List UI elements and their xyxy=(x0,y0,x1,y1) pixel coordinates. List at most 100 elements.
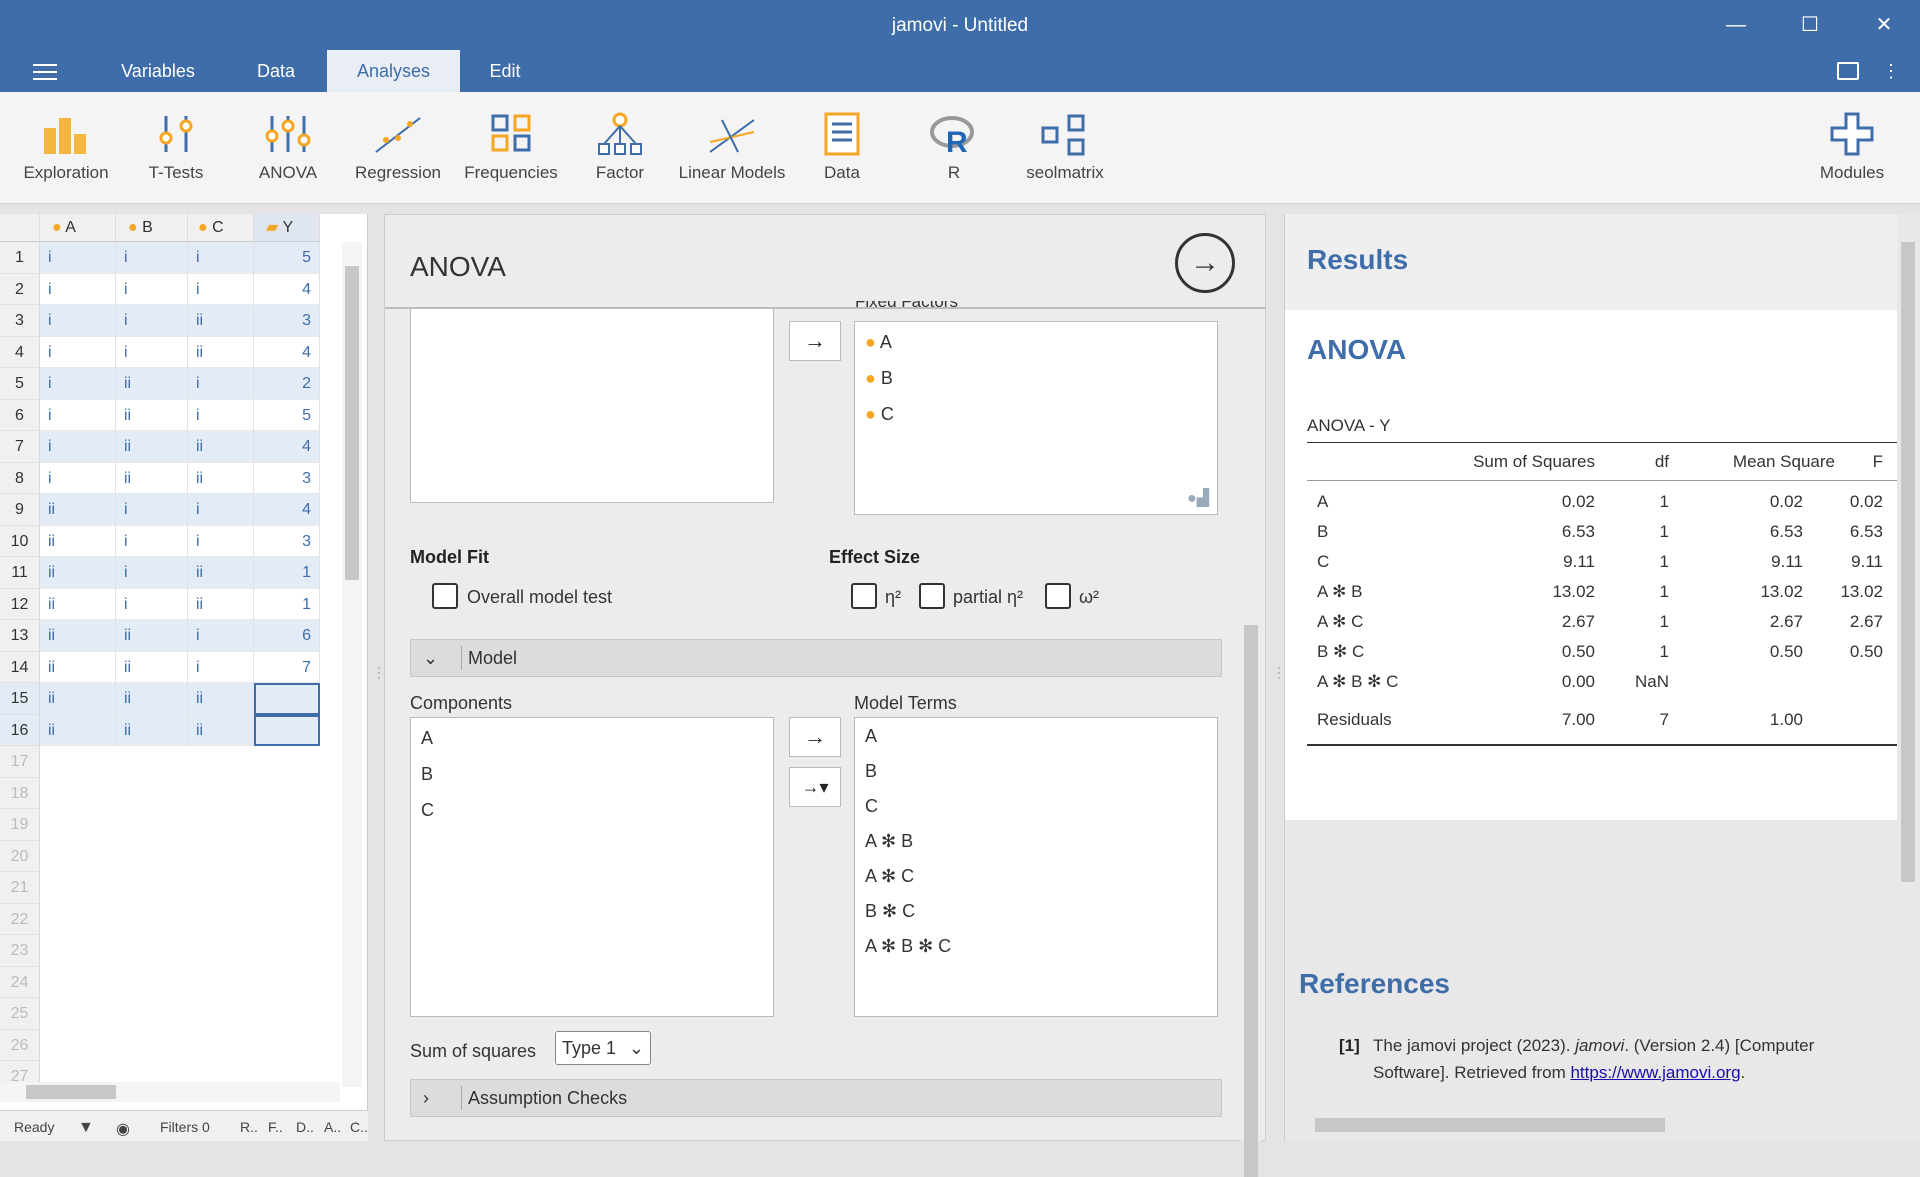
table-cell[interactable]: i xyxy=(40,336,116,368)
minimize-icon[interactable]: — xyxy=(1716,10,1756,40)
table-cell[interactable]: i xyxy=(40,368,116,400)
table-cell[interactable]: ii xyxy=(40,620,116,652)
row-number[interactable]: 24 xyxy=(0,966,40,998)
ribbon-linear-models[interactable]: Linear Models xyxy=(672,92,792,204)
table-cell[interactable]: ii xyxy=(188,462,254,494)
row-number[interactable]: 13 xyxy=(0,620,40,652)
row-number[interactable]: 3 xyxy=(0,305,40,337)
omega-squared-checkbox[interactable] xyxy=(1045,583,1071,609)
column-header-b[interactable]: ● B xyxy=(116,214,188,242)
table-cell[interactable]: ii xyxy=(116,683,188,715)
table-cell[interactable]: 4 xyxy=(254,336,320,368)
close-icon[interactable]: ✕ xyxy=(1864,10,1904,40)
panel-vertical-scrollbar[interactable] xyxy=(1241,313,1261,1177)
table-cell[interactable]: i xyxy=(116,525,188,557)
add-term-button[interactable]: → xyxy=(789,717,841,757)
table-cell[interactable]: ii xyxy=(188,588,254,620)
list-item[interactable]: B xyxy=(421,764,433,785)
row-number[interactable]: 19 xyxy=(0,809,40,841)
components-list[interactable]: A B C xyxy=(410,717,774,1017)
ribbon-seolmatrix[interactable]: seolmatrix xyxy=(1015,92,1115,204)
row-number[interactable]: 4 xyxy=(0,336,40,368)
table-cell[interactable]: i xyxy=(40,273,116,305)
sheet-scroll-thumb[interactable] xyxy=(345,266,359,580)
row-number[interactable]: 20 xyxy=(0,840,40,872)
fixed-factors-list[interactable]: ● A ● B ● C ●▟ xyxy=(854,321,1218,515)
table-cell[interactable]: ii xyxy=(188,336,254,368)
table-cell[interactable]: ii xyxy=(40,588,116,620)
table-cell[interactable]: 1 xyxy=(254,588,320,620)
partial-eta-squared-checkbox[interactable] xyxy=(919,583,945,609)
results-hscroll-thumb[interactable] xyxy=(1315,1118,1665,1132)
table-cell[interactable]: i xyxy=(116,305,188,337)
list-item[interactable]: A xyxy=(421,728,433,749)
results-scroll-thumb[interactable] xyxy=(1901,242,1915,882)
panel-scroll-thumb[interactable] xyxy=(1244,625,1258,1177)
results-vertical-scrollbar[interactable] xyxy=(1897,214,1919,1114)
table-cell[interactable]: ii xyxy=(116,431,188,463)
row-number[interactable]: 10 xyxy=(0,525,40,557)
table-cell[interactable]: 4 xyxy=(254,431,320,463)
column-header-y[interactable]: ▰ Y xyxy=(254,214,320,242)
table-cell[interactable]: i xyxy=(188,525,254,557)
table-cell[interactable]: 4 xyxy=(254,494,320,526)
row-number[interactable]: 26 xyxy=(0,1029,40,1061)
eta-squared-checkbox[interactable] xyxy=(851,583,877,609)
table-cell[interactable]: i xyxy=(116,494,188,526)
table-cell[interactable]: 1 xyxy=(254,557,320,589)
table-cell[interactable]: i xyxy=(188,620,254,652)
row-number[interactable]: 17 xyxy=(0,746,40,778)
table-cell[interactable]: i xyxy=(40,399,116,431)
list-item[interactable]: A xyxy=(865,726,877,747)
column-header-a[interactable]: ● A xyxy=(40,214,116,242)
table-cell[interactable]: ii xyxy=(40,714,116,746)
panel-toggle-icon[interactable] xyxy=(1836,62,1859,81)
tab-analyses[interactable]: Analyses xyxy=(327,50,460,92)
row-number[interactable]: 6 xyxy=(0,399,40,431)
ribbon-t-tests[interactable]: T-Tests xyxy=(126,92,226,204)
table-cell[interactable]: i xyxy=(188,494,254,526)
overall-model-test-checkbox[interactable] xyxy=(432,583,458,609)
ribbon-regression[interactable]: Regression xyxy=(348,92,448,204)
tab-data[interactable]: Data xyxy=(226,50,326,92)
results-horizontal-scrollbar[interactable] xyxy=(1285,1114,1897,1136)
more-options-icon[interactable]: ⋮ xyxy=(1882,61,1900,81)
table-cell[interactable]: 5 xyxy=(254,399,320,431)
ribbon-modules[interactable]: Modules xyxy=(1802,92,1902,204)
table-cell[interactable]: ii xyxy=(188,305,254,337)
add-interaction-dropdown-button[interactable]: →▾ xyxy=(789,767,841,807)
table-cell[interactable]: ii xyxy=(188,683,254,715)
row-number[interactable]: 14 xyxy=(0,651,40,683)
sum-of-squares-select[interactable]: Type 1 ⌄ xyxy=(555,1031,651,1065)
table-cell[interactable]: 4 xyxy=(254,273,320,305)
table-cell[interactable]: 2 xyxy=(254,368,320,400)
assumption-checks-section-header[interactable]: › Assumption Checks xyxy=(410,1079,1222,1117)
row-number[interactable]: 23 xyxy=(0,935,40,967)
row-number[interactable]: 1 xyxy=(0,242,40,274)
list-item[interactable]: A ✻ B ✻ C xyxy=(865,936,951,957)
ribbon-data[interactable]: Data xyxy=(792,92,892,204)
table-cell[interactable]: i xyxy=(40,462,116,494)
table-cell[interactable]: i xyxy=(40,242,116,274)
table-cell[interactable]: ii xyxy=(188,431,254,463)
table-cell[interactable]: ii xyxy=(188,557,254,589)
list-item[interactable]: ● B xyxy=(865,368,893,389)
table-cell[interactable]: ii xyxy=(116,462,188,494)
move-to-fixed-factors-button[interactable]: → xyxy=(789,321,841,361)
list-item[interactable]: ● C xyxy=(865,404,894,425)
model-terms-list[interactable]: A B C A ✻ B A ✻ C B ✻ C A ✻ B ✻ C xyxy=(854,717,1218,1017)
table-cell[interactable]: 7 xyxy=(254,651,320,683)
table-cell[interactable]: i xyxy=(40,305,116,337)
table-cell[interactable]: i xyxy=(116,557,188,589)
list-item[interactable]: ● A xyxy=(865,332,892,353)
table-cell[interactable]: 6 xyxy=(254,620,320,652)
table-cell[interactable] xyxy=(254,683,320,715)
ribbon-frequencies[interactable]: Frequencies xyxy=(456,92,566,204)
table-cell[interactable]: ii xyxy=(188,714,254,746)
table-cell[interactable]: ii xyxy=(40,651,116,683)
row-number[interactable]: 12 xyxy=(0,588,40,620)
sheet-hscroll-thumb[interactable] xyxy=(26,1085,116,1099)
table-cell[interactable]: ii xyxy=(116,651,188,683)
filter-icon[interactable]: ▼ xyxy=(78,1119,94,1137)
table-cell[interactable] xyxy=(254,714,320,746)
